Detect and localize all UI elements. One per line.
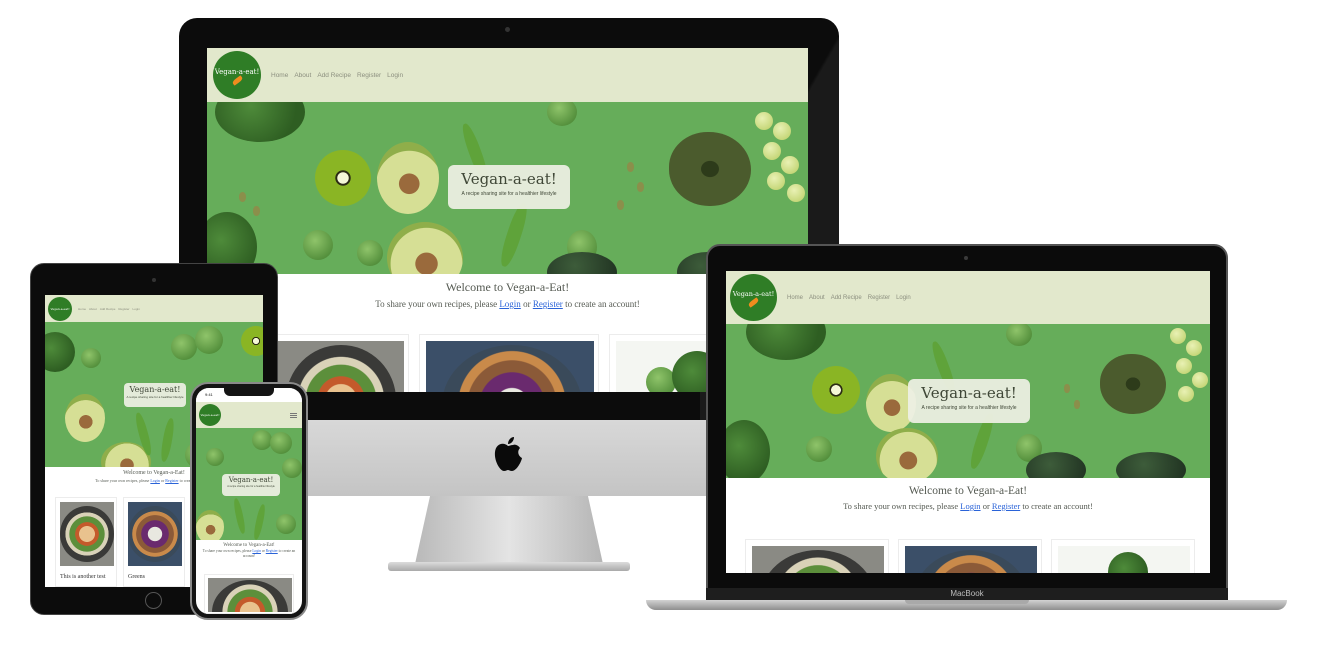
hamburger-menu-icon[interactable]	[290, 412, 297, 418]
welcome-suffix: to create an account!	[565, 299, 640, 309]
nav-about[interactable]: About	[809, 295, 825, 301]
imac-stand	[415, 496, 603, 564]
tablet-camera	[152, 278, 156, 282]
welcome-prefix: To share your own recipes, please	[843, 501, 959, 511]
nav-home[interactable]: Home	[787, 295, 803, 301]
laptop-screen: Vegan-a-eat! Home About Add Recipe Regis…	[726, 271, 1210, 573]
nav-about[interactable]: About	[89, 307, 97, 311]
nav-register[interactable]: Register	[868, 295, 890, 301]
hero-title-box: Vegan-a-eat! A recipe sharing site for a…	[448, 165, 570, 209]
welcome-section: Welcome to Vegan-a-Eat! To share your ow…	[196, 543, 302, 558]
laptop-notch	[905, 600, 1029, 604]
recipe-card[interactable]	[898, 539, 1042, 573]
nav-register[interactable]: Register	[357, 72, 381, 79]
nav-add-recipe[interactable]: Add Recipe	[100, 307, 116, 311]
logo-text: Vegan-a-eat!	[200, 413, 220, 417]
recipe-card[interactable]: This is another test	[55, 497, 117, 587]
hero-subtitle: A recipe sharing site for a healthier li…	[921, 405, 1017, 411]
welcome-suffix: to create an account!	[1022, 501, 1093, 511]
tablet-home-button[interactable]	[145, 592, 162, 609]
hero-title: Vegan-a-eat!	[461, 170, 557, 188]
welcome-title: Welcome to Vegan-a-Eat!	[223, 543, 275, 548]
recipe-card-title: Greens	[128, 574, 145, 580]
nav-add-recipe[interactable]: Add Recipe	[317, 72, 351, 79]
logo-text: Vegan-a-eat!	[214, 67, 260, 76]
carrot-icon	[231, 74, 243, 86]
hero-image: Vegan-a-eat! A recipe sharing site for a…	[726, 324, 1210, 478]
site-logo[interactable]: Vegan-a-eat!	[730, 274, 777, 321]
welcome-prefix: To share your own recipes, please	[95, 478, 150, 483]
or-word: or	[160, 478, 165, 483]
register-link[interactable]: Register	[266, 549, 278, 553]
login-link[interactable]: Login	[252, 549, 261, 553]
nav-register[interactable]: Register	[118, 307, 129, 311]
hero-title: Vegan-a-eat!	[228, 476, 274, 484]
hero-title: Vegan-a-eat!	[921, 384, 1017, 402]
site-logo[interactable]: Vegan-a-eat!	[213, 51, 261, 99]
hero-title-box: Vegan-a-eat! A recipe sharing site for a…	[908, 379, 1030, 423]
or-word: or	[523, 299, 531, 309]
recipe-card[interactable]: Greens	[123, 497, 185, 587]
recipe-card[interactable]	[419, 334, 599, 392]
hero-subtitle: A recipe sharing site for a healthier li…	[227, 485, 275, 488]
recipe-card[interactable]	[204, 574, 294, 614]
recipe-card[interactable]	[745, 539, 889, 573]
site-navbar: Vegan-a-eat! Home About Add Recipe Regis…	[726, 271, 1210, 324]
site-navbar: Vegan-a-eat! Home About Add Recipe Regis…	[45, 295, 263, 322]
logo-text: Vegan-a-eat!	[50, 306, 70, 311]
hero-title: Vegan-a-eat!	[129, 385, 181, 394]
nav-login[interactable]: Login	[387, 72, 403, 79]
imac-camera	[505, 27, 510, 32]
nav-login[interactable]: Login	[133, 307, 140, 311]
recipe-card[interactable]	[1051, 539, 1195, 573]
nav-home[interactable]: Home	[271, 72, 288, 79]
or-word: or	[261, 549, 265, 553]
hero-subtitle: A recipe sharing site for a healthier li…	[461, 191, 557, 197]
apple-logo-icon	[491, 436, 525, 474]
nav-home[interactable]: Home	[78, 307, 86, 311]
welcome-title: Welcome to Vegan-a-Eat!	[908, 485, 1028, 497]
phone-notch	[224, 388, 274, 396]
nav-add-recipe[interactable]: Add Recipe	[831, 295, 862, 301]
nav-about[interactable]: About	[294, 72, 311, 79]
hero-image: Vegan-a-eat! A recipe sharing site for a…	[196, 428, 302, 540]
hero-title-box: Vegan-a-eat! A recipe sharing site for a…	[124, 383, 186, 407]
site-logo[interactable]: Vegan-a-eat!	[48, 296, 72, 321]
register-link[interactable]: Register	[533, 299, 563, 309]
imac-stand-base	[388, 562, 630, 571]
nav-login[interactable]: Login	[896, 295, 911, 301]
phone-screen: 9:41 Vegan-a-eat! Vegan-a-eat! A recipe …	[196, 388, 302, 614]
welcome-prefix: To share your own recipes, please	[375, 299, 498, 309]
status-time: 9:41	[205, 392, 213, 397]
hero-subtitle: A recipe sharing site for a healthier li…	[126, 395, 184, 399]
site-navbar: Vegan-a-eat!	[196, 402, 302, 428]
site-navbar: Vegan-a-eat! Home About Add Recipe Regis…	[207, 48, 808, 102]
login-link[interactable]: Login	[499, 299, 521, 309]
register-link[interactable]: Register	[992, 501, 1020, 511]
welcome-section: Welcome to Vegan-a-Eat! To share your ow…	[726, 485, 1210, 511]
carrot-icon	[747, 297, 760, 308]
login-link[interactable]: Login	[150, 478, 160, 483]
recipe-card-title: This is another test	[60, 574, 106, 580]
login-link[interactable]: Login	[960, 501, 980, 511]
register-link[interactable]: Register	[165, 478, 178, 483]
laptop-camera	[964, 256, 968, 260]
welcome-prefix: To share your own recipes, please	[202, 549, 252, 553]
laptop-brand: MacBook	[950, 589, 984, 598]
or-word: or	[982, 501, 990, 511]
hero-title-box: Vegan-a-eat! A recipe sharing site for a…	[222, 474, 280, 496]
site-logo[interactable]: Vegan-a-eat!	[199, 404, 221, 426]
logo-text: Vegan-a-eat!	[732, 290, 775, 298]
